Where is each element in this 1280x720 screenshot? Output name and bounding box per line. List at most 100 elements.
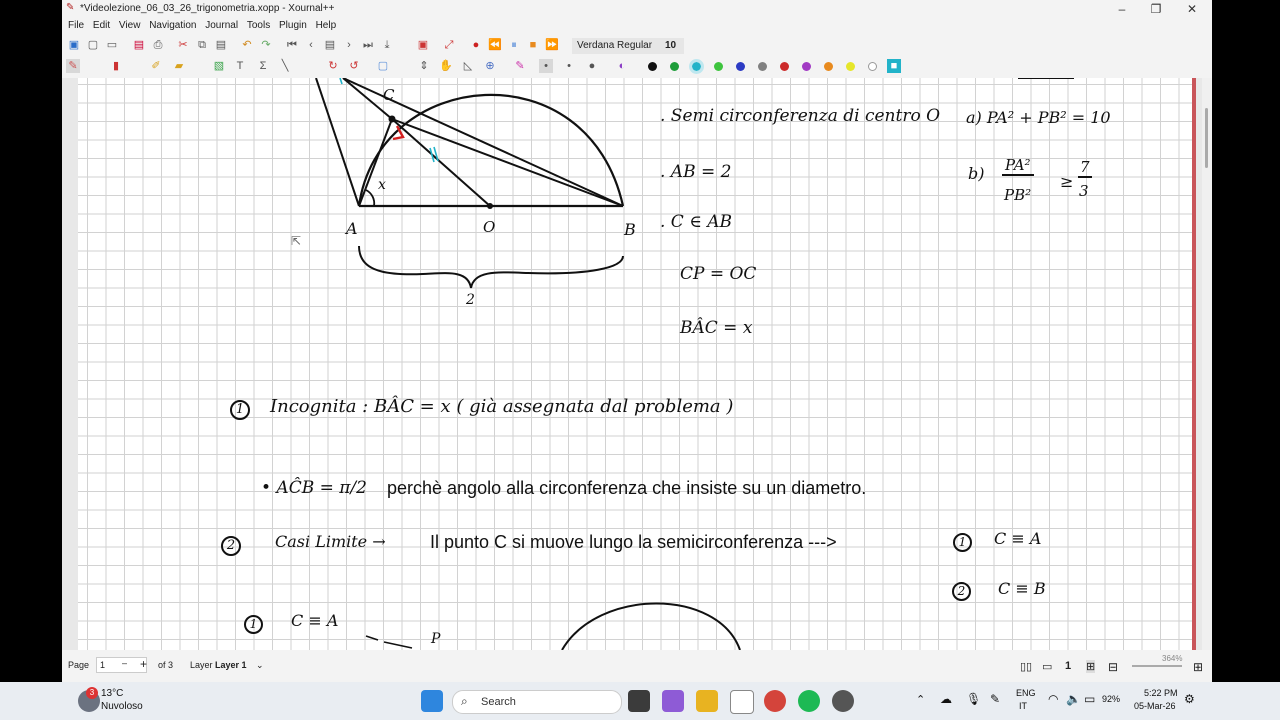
triangle-icon[interactable]: ◺	[461, 59, 475, 73]
highlighter-icon[interactable]: ✐	[149, 59, 163, 73]
paste-icon[interactable]: ▤	[214, 38, 228, 52]
color-gray[interactable]	[758, 62, 767, 71]
pause-icon[interactable]: ⏸	[507, 38, 521, 52]
hand-tool-icon[interactable]: ✋	[439, 59, 453, 73]
volume-icon[interactable]: 🔈	[1066, 692, 1081, 706]
rewind-icon[interactable]: ⏪	[488, 38, 502, 52]
layer-selector[interactable]: Layer 1	[215, 660, 247, 670]
spotify-icon[interactable]	[798, 690, 820, 712]
custom-color-icon[interactable]: ■	[887, 59, 901, 73]
color-green[interactable]	[670, 62, 679, 71]
menu-help[interactable]: Help	[316, 18, 337, 34]
onedrive-icon[interactable]: ☁	[940, 692, 952, 706]
minimize-button[interactable]: –	[1104, 0, 1140, 18]
color-cyan[interactable]	[689, 59, 704, 74]
xournal-taskbar-icon[interactable]	[730, 690, 754, 714]
zoom-out-icon[interactable]: ⊟	[1108, 660, 1118, 674]
rectangle-select-icon[interactable]: ▢	[376, 59, 390, 73]
redo-icon[interactable]: ↷	[259, 38, 273, 52]
notification-bell-icon[interactable]: ⚙	[1184, 692, 1195, 706]
battery-icon[interactable]: ▭	[1084, 692, 1095, 706]
shape-recognizer-icon[interactable]: ↻	[326, 59, 340, 73]
record-icon[interactable]: ●	[469, 38, 483, 52]
fill-icon[interactable]: ◐	[615, 59, 629, 73]
next-page-icon[interactable]: ›	[342, 38, 356, 52]
font-selector[interactable]: Verdana Regular 10	[572, 38, 684, 54]
image-icon[interactable]: ▧	[212, 59, 226, 73]
previous-page-icon[interactable]: ‹	[304, 38, 318, 52]
chrome-icon[interactable]	[764, 690, 786, 712]
language-primary[interactable]: ENG	[1016, 688, 1036, 698]
vertical-space-icon[interactable]: ⇕	[417, 59, 431, 73]
first-page-icon[interactable]: ⏮	[285, 38, 299, 52]
maximize-button[interactable]: ❐	[1138, 0, 1174, 18]
color-light-green[interactable]	[714, 62, 723, 71]
thick-stroke-icon[interactable]: ●	[585, 59, 599, 73]
menu-journal[interactable]: Journal	[205, 18, 238, 34]
color-white[interactable]	[868, 62, 877, 71]
color-purple[interactable]	[802, 62, 811, 71]
magic-pen-icon[interactable]: ✎	[513, 59, 527, 73]
zoom-slider[interactable]	[1132, 665, 1182, 667]
delete-page-icon[interactable]: ▣	[416, 38, 430, 52]
goto-page-icon[interactable]: ▤	[323, 38, 337, 52]
presentation-icon[interactable]: ▭	[1042, 660, 1052, 673]
stroke-tool-icon[interactable]: ↺	[347, 59, 361, 73]
clock-date[interactable]: 05-Mar-26	[1134, 701, 1176, 711]
task-view-icon[interactable]	[628, 690, 650, 712]
color-yellow[interactable]	[846, 62, 855, 71]
fullscreen-icon[interactable]: ⤢	[442, 38, 456, 52]
fine-stroke-icon[interactable]: •	[539, 59, 553, 73]
export-pdf-icon[interactable]: ▤	[132, 38, 146, 52]
open-folder-icon[interactable]: ▭	[105, 38, 119, 52]
color-orange[interactable]	[824, 62, 833, 71]
new-page-icon[interactable]: ▢	[86, 38, 100, 52]
copy-icon[interactable]: ⧉	[195, 38, 209, 52]
latex-icon[interactable]: Σ	[256, 59, 270, 73]
scrollbar-thumb[interactable]	[1205, 108, 1208, 168]
page-decrement-button[interactable]: –	[122, 658, 127, 668]
tray-overflow-chevron-icon[interactable]: ⌃	[916, 693, 925, 706]
zoom-icon[interactable]: ⊕	[483, 59, 497, 73]
journal-page[interactable]: C x A O B 2 . Semi circonferenza di cent…	[78, 78, 1192, 650]
eraser-icon[interactable]: ▮	[109, 59, 123, 73]
stop-icon[interactable]: ■	[526, 38, 540, 52]
wifi-icon[interactable]: ◠	[1048, 692, 1058, 706]
start-windows-icon[interactable]	[421, 690, 443, 712]
copilot-icon[interactable]	[662, 690, 684, 712]
save-icon[interactable]: ▣	[67, 38, 81, 52]
language-secondary[interactable]: IT	[1019, 701, 1027, 711]
menu-view[interactable]: View	[119, 18, 141, 34]
microphone-icon[interactable]: 🎙	[966, 692, 981, 706]
medium-stroke-icon[interactable]: •	[562, 59, 576, 73]
menu-plugin[interactable]: Plugin	[279, 18, 307, 34]
menu-navigation[interactable]: Navigation	[149, 18, 196, 34]
menu-file[interactable]: File	[68, 18, 84, 34]
fast-forward-icon[interactable]: ⏩	[545, 38, 559, 52]
obs-icon[interactable]	[832, 690, 854, 712]
select-object-icon[interactable]: ▰	[172, 59, 186, 73]
insert-page-icon[interactable]: ⤓	[380, 38, 394, 52]
close-button[interactable]: ✕	[1174, 0, 1210, 18]
cut-icon[interactable]: ✂	[176, 38, 190, 52]
menu-edit[interactable]: Edit	[93, 18, 110, 34]
pen-menu-icon[interactable]: ✎	[990, 692, 1000, 706]
clock-time[interactable]: 5:22 PM	[1144, 688, 1178, 698]
taskbar-search[interactable]: ⌕ Search	[452, 690, 622, 714]
text-tool-icon[interactable]: T	[233, 59, 247, 73]
ruler-icon[interactable]: ╲	[278, 59, 292, 73]
pen-icon[interactable]: ✎	[66, 59, 80, 73]
layer-dropdown-chevron-icon[interactable]: ⌄	[256, 660, 264, 671]
vertical-scrollbar[interactable]	[1202, 78, 1212, 650]
color-black[interactable]	[648, 62, 657, 71]
zoom-in-icon[interactable]: ⊞	[1193, 660, 1203, 674]
print-icon[interactable]: ⎙	[151, 38, 165, 52]
zoom-page-icon[interactable]: ⊞	[1086, 660, 1096, 673]
zoom-fit-icon[interactable]: 1	[1065, 660, 1071, 672]
last-page-icon[interactable]: ⏭	[361, 38, 375, 52]
menu-tools[interactable]: Tools	[247, 18, 270, 34]
file-explorer-icon[interactable]	[696, 690, 718, 712]
color-red[interactable]	[780, 62, 789, 71]
dual-page-icon[interactable]: ▯▯	[1020, 660, 1032, 673]
color-blue[interactable]	[736, 62, 745, 71]
